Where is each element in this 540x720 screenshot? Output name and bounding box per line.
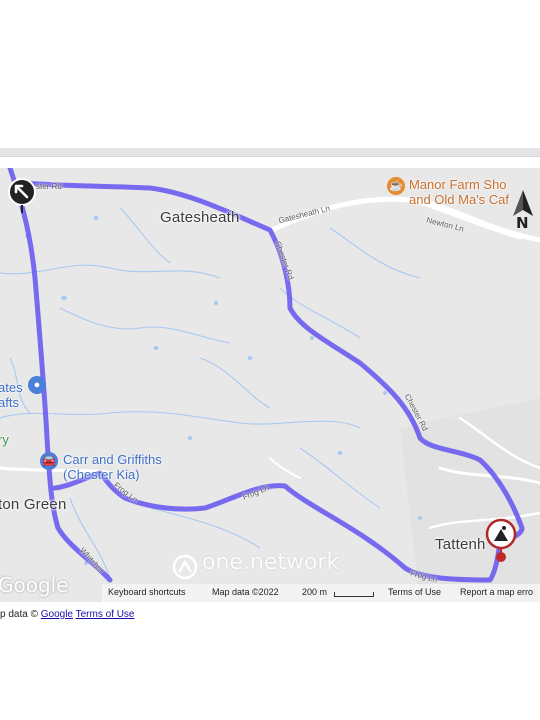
shop-pin-icon[interactable]: ☕ — [387, 177, 405, 195]
scale-label: 200 m — [302, 587, 328, 597]
one-network-watermark: one.network — [202, 550, 340, 575]
map-data-text: Map data ©2022 — [212, 587, 279, 597]
report-map-error-link[interactable]: Report a map erro — [460, 587, 533, 597]
google-link[interactable]: Google — [41, 609, 73, 620]
poi-estates-line1[interactable]: ates — [0, 380, 23, 395]
poi-green-partial[interactable]: ry — [0, 432, 9, 447]
poi-manor-farm-line2[interactable]: and Old Ma's Caf — [409, 192, 509, 207]
section-divider — [0, 148, 540, 157]
scale-bar — [334, 592, 374, 597]
road-label-chester-rd: ster Rd — [36, 182, 62, 191]
keyboard-shortcuts-link[interactable]: Keyboard shortcuts — [108, 587, 186, 597]
place-label-gatesheath: Gatesheath — [160, 209, 240, 226]
route-start-marker-icon[interactable] — [7, 177, 37, 217]
one-network-logo-icon — [172, 554, 198, 580]
poi-carr-griffiths-line2[interactable]: (Chester Kia) — [63, 467, 140, 482]
place-label-barton-green: ton Green — [0, 496, 67, 513]
map-view[interactable]: Gatesheath Tattenh ton Green ☕ Manor Far… — [0, 168, 540, 602]
car-dealer-pin-icon[interactable]: 🚘 — [40, 452, 58, 470]
map-attribution-bar: Keyboard shortcuts Map data ©2022 200 m … — [102, 584, 540, 602]
compass-north-label: N — [516, 214, 529, 232]
place-label-tattenhall: Tattenh — [435, 536, 486, 553]
terms-of-use-link[interactable]: Terms of Use — [388, 587, 441, 597]
poi-manor-farm-line1[interactable]: Manor Farm Sho — [409, 177, 507, 192]
google-logo: Google — [0, 573, 69, 597]
map-caption: p data © Google Terms of Use — [0, 609, 135, 620]
shop-blue-pin-icon[interactable]: ● — [28, 376, 46, 394]
caption-prefix: p data © — [0, 609, 38, 620]
poi-carr-griffiths-line1[interactable]: Carr and Griffiths — [63, 452, 162, 467]
terms-link[interactable]: Terms of Use — [76, 609, 135, 620]
poi-estates-line2[interactable]: afts — [0, 395, 19, 410]
roadworks-marker-icon[interactable] — [484, 517, 518, 567]
